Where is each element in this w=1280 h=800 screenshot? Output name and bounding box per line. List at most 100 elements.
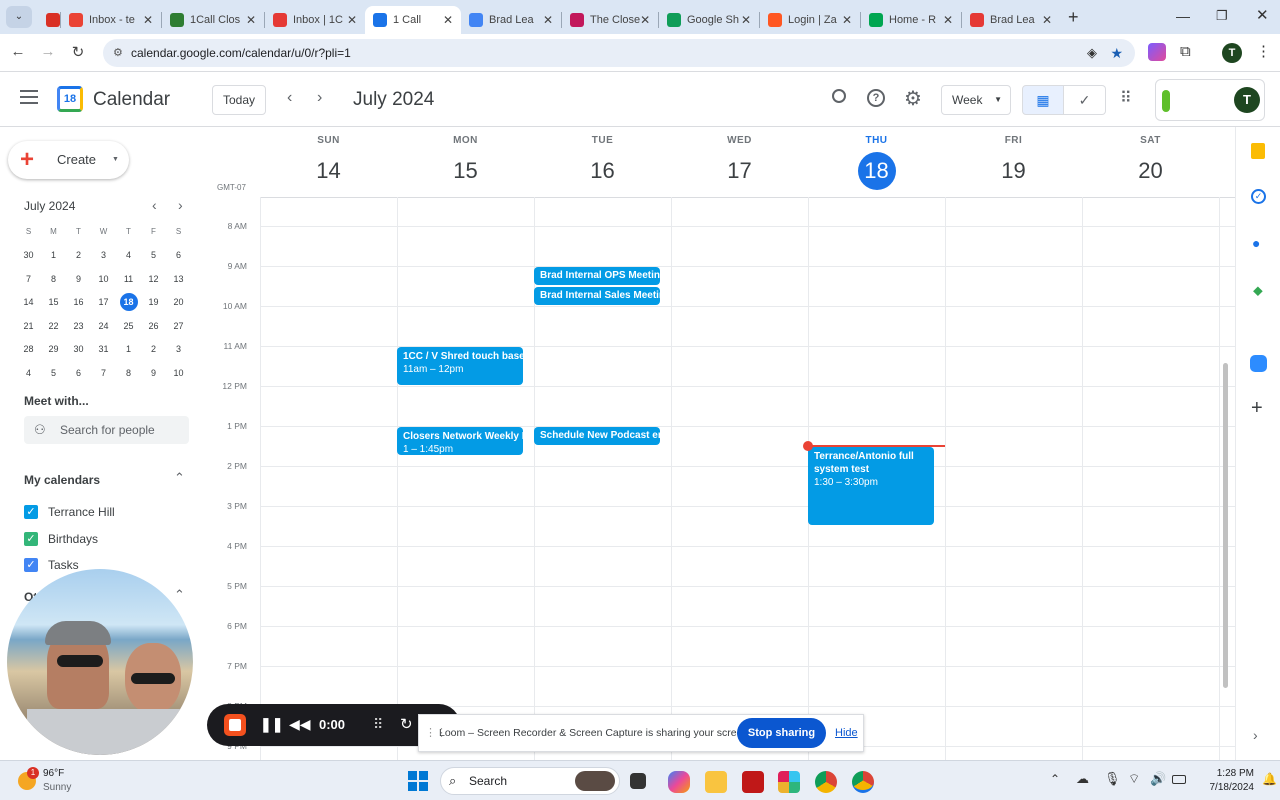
battery-icon[interactable] xyxy=(1172,775,1186,784)
back-button[interactable]: ← xyxy=(8,43,28,60)
notification-bell-icon[interactable]: 🔔 xyxy=(1262,772,1277,786)
onedrive-icon[interactable]: ☁ xyxy=(1076,771,1089,787)
calendar-event[interactable]: Terrance/Antonio full system test 1:30 – … xyxy=(808,447,934,525)
drag-handle-icon[interactable]: ⠿ xyxy=(373,716,383,733)
calendar-list-item[interactable]: ✓ Terrance Hill xyxy=(24,499,115,526)
browser-tab[interactable]: Login | Za ✕ xyxy=(760,6,860,34)
browser-tab[interactable]: The Close ✕ xyxy=(562,6,658,34)
extension-icon[interactable] xyxy=(1148,43,1166,61)
mini-day[interactable]: 6 xyxy=(166,244,191,268)
mini-day[interactable]: 3 xyxy=(91,244,116,268)
mini-day[interactable]: 10 xyxy=(166,361,191,385)
view-select[interactable]: Week ▼ xyxy=(941,85,1011,115)
volume-icon[interactable]: 🔊 xyxy=(1150,771,1166,787)
today-button[interactable]: Today xyxy=(212,85,266,115)
account-avatar[interactable]: T xyxy=(1234,87,1260,113)
mini-day[interactable]: 4 xyxy=(116,244,141,268)
mini-day[interactable]: 11 xyxy=(116,267,141,291)
mini-day[interactable]: 30 xyxy=(16,244,41,268)
new-tab-button[interactable]: + xyxy=(1068,7,1079,28)
mini-day[interactable]: 14 xyxy=(16,291,41,315)
previous-week-button[interactable]: ‹ xyxy=(287,89,292,107)
chrome-profile-icon[interactable] xyxy=(852,771,874,793)
tab-close-icon[interactable]: ✕ xyxy=(347,13,357,27)
browser-tab[interactable]: Home - R ✕ xyxy=(861,6,961,34)
tab-close-icon[interactable]: ✕ xyxy=(1042,13,1052,27)
mini-day[interactable]: 4 xyxy=(16,361,41,385)
day-header[interactable]: FRI 19 xyxy=(945,135,1082,190)
mini-day[interactable]: 5 xyxy=(141,244,166,268)
webcam-bubble[interactable] xyxy=(7,569,193,755)
search-people-input[interactable]: ⚇ Search for people xyxy=(24,416,189,444)
file-explorer-icon[interactable] xyxy=(705,771,727,793)
browser-tab[interactable]: Inbox - te ✕ xyxy=(61,6,161,34)
stop-sharing-button[interactable]: Stop sharing xyxy=(737,718,826,748)
mini-day[interactable]: 30 xyxy=(66,338,91,362)
browser-tab[interactable]: 1 Call ✕ xyxy=(365,6,461,34)
mini-day[interactable]: 13 xyxy=(166,267,191,291)
browser-tab[interactable]: Brad Lea ✕ xyxy=(962,6,1060,34)
clock-date[interactable]: 7/18/2024 xyxy=(1196,782,1255,793)
maps-icon[interactable]: ⬥ xyxy=(1253,282,1263,299)
grid-scrollbar[interactable] xyxy=(1223,363,1228,688)
mini-day[interactable]: 9 xyxy=(66,267,91,291)
tab-search-button[interactable]: ⌄ xyxy=(6,6,32,28)
week-grid[interactable]: SUN 14 MON 15 TUE 16 WED 17 THU 18 FRI 19 SAT 20 GMT-… xyxy=(205,127,1235,760)
hide-link[interactable]: Hide xyxy=(835,727,858,739)
show-hidden-icons-chevron[interactable]: ⌃ xyxy=(1050,772,1060,786)
microphone-icon[interactable]: 🎙 xyxy=(1104,771,1121,787)
mini-day[interactable]: 24 xyxy=(91,314,116,338)
reload-button[interactable]: ↻ xyxy=(68,43,88,61)
day-header[interactable]: TUE 16 xyxy=(534,135,671,190)
main-menu-icon[interactable] xyxy=(20,90,38,104)
mini-day[interactable]: 8 xyxy=(41,267,66,291)
my-calendars-heading[interactable]: My calendars xyxy=(24,473,100,487)
mini-day[interactable]: 17 xyxy=(91,291,116,315)
eye-slash-icon[interactable]: ◈ xyxy=(1087,39,1097,67)
calendar-checkbox[interactable]: ✓ xyxy=(24,505,38,520)
mini-day[interactable]: 27 xyxy=(166,314,191,338)
profile-avatar[interactable]: T xyxy=(1222,43,1242,63)
mini-day[interactable]: 15 xyxy=(41,291,66,315)
restart-icon[interactable]: ↻ xyxy=(400,715,413,733)
expand-panel-icon[interactable]: › xyxy=(1253,727,1258,743)
calendar-list-item[interactable]: ✓ Birthdays xyxy=(24,526,115,553)
mcafee-icon[interactable] xyxy=(742,771,764,793)
mini-day[interactable]: 16 xyxy=(66,291,91,315)
create-button[interactable]: + Create ▼ xyxy=(8,141,129,179)
mini-day[interactable]: 25 xyxy=(116,314,141,338)
mini-day[interactable]: 3 xyxy=(166,338,191,362)
chevron-up-icon[interactable]: ⌃ xyxy=(174,587,185,603)
calendar-checkbox[interactable]: ✓ xyxy=(24,558,38,573)
site-info-icon[interactable]: ⚙ xyxy=(113,39,123,67)
stop-recording-button[interactable] xyxy=(224,714,246,736)
wifi-icon[interactable]: ⌔ xyxy=(1128,771,1140,787)
tab-close-icon[interactable]: ✕ xyxy=(943,13,953,27)
day-header[interactable]: WED 17 xyxy=(671,135,808,190)
clock-time[interactable]: 1:28 PM xyxy=(1196,768,1254,779)
taskbar-search-box[interactable]: ⌕ Search xyxy=(440,767,620,795)
tab-close-icon[interactable]: ✕ xyxy=(143,13,153,27)
mini-day[interactable]: 7 xyxy=(91,361,116,385)
browser-tab[interactable]: Brad Lea ✕ xyxy=(461,6,561,34)
day-header[interactable]: THU 18 xyxy=(808,135,945,190)
chrome-icon[interactable] xyxy=(815,771,837,793)
tab-close-icon[interactable]: ✕ xyxy=(443,13,453,27)
mini-day[interactable]: 23 xyxy=(66,314,91,338)
calendar-view-toggle[interactable]: ▦ xyxy=(1022,85,1064,115)
calendar-event[interactable]: 1CC / V Shred touch base 11am – 12pm xyxy=(397,347,523,385)
browser-tab[interactable]: Google Sh ✕ xyxy=(659,6,759,34)
windows-start-icon[interactable] xyxy=(408,771,428,791)
next-week-button[interactable]: › xyxy=(317,89,322,107)
help-icon[interactable]: ? xyxy=(867,89,885,107)
bookmark-star-icon[interactable]: ★ xyxy=(1110,39,1123,67)
mini-day[interactable]: 21 xyxy=(16,314,41,338)
calendar-event[interactable]: Brad Internal OPS Meeting xyxy=(534,267,660,285)
tab-close-icon[interactable]: ✕ xyxy=(842,13,852,27)
weather-widget[interactable]: 1 96°F Sunny xyxy=(14,767,104,797)
time-grid[interactable]: 7 AM8 AM9 AM10 AM11 AM12 PM1 PM2 PM3 PM4… xyxy=(205,197,1235,760)
calendar-event[interactable]: Brad Internal Sales Meeting xyxy=(534,287,660,305)
contacts-icon[interactable]: ● xyxy=(1252,235,1260,251)
mini-day[interactable]: 7 xyxy=(16,267,41,291)
mini-day[interactable]: 10 xyxy=(91,267,116,291)
